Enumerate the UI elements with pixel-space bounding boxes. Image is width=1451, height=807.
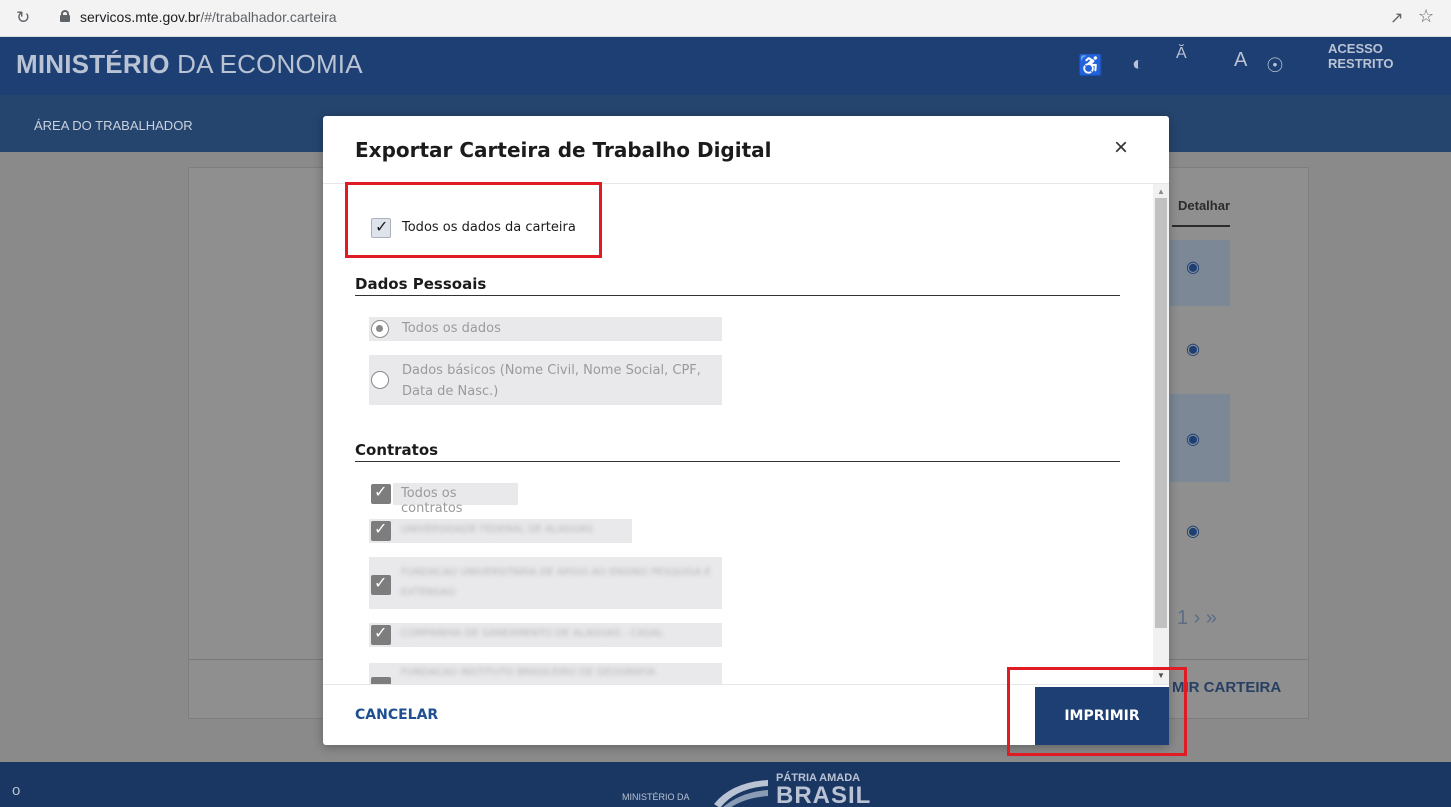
browser-toolbar: ↻ servicos.mte.gov.br/#/trabalhador.cart… [0,0,1451,37]
dialog-body: ✓ Todos os dados da carteira Dados Pesso… [323,183,1169,685]
personal-option-label: Todos os dados [402,321,501,336]
section-contracts: Contratos [355,441,439,459]
contract-option-label: UNIVERSIDADE FEDERAL DE ALAGOAS [401,524,594,535]
check-icon: ✓ [374,625,388,642]
radio-all-data[interactable] [371,320,389,338]
eye-icon[interactable]: ◉ [1186,339,1200,359]
footer-ministerio: MINISTÉRIO DA [622,792,690,802]
radio-basic-data[interactable] [371,371,389,389]
restricted-access-link[interactable]: ACESSO RESTRITO [1328,41,1451,71]
contract-option-all[interactable]: Todos os contratos [393,483,518,516]
contract-option-label: FUNDACAO INSTITUTO BRASILEIRO DE GEOGRAF… [401,667,656,678]
eye-icon[interactable]: ◉ [1186,429,1200,449]
section-divider [355,461,1120,462]
personal-option-label: Dados básicos (Nome Civil, Nome Social, … [402,363,701,399]
section-divider [355,295,1120,296]
contract-option[interactable]: ✓ UNIVERSIDADE FEDERAL DE ALAGOAS [369,519,632,543]
print-carteira-link[interactable]: MIR CARTEIRA [1172,679,1281,696]
font-increase-icon[interactable]: A [1234,49,1247,72]
personal-option-basic[interactable]: Dados básicos (Nome Civil, Nome Social, … [369,355,722,405]
accessibility-icon[interactable]: ♿ [1078,53,1103,78]
dialog-title: Exportar Carteira de Trabalho Digital [355,138,772,162]
reload-icon[interactable]: ↻ [16,8,30,28]
check-icon: ✓ [374,575,388,592]
site-title[interactable]: MINISTÉRIO DA ECONOMIA [16,49,363,80]
contracts-all-checkbox[interactable]: ✓ [371,484,391,504]
personal-option-all[interactable]: Todos os dados [369,317,722,341]
footer-brasil: BRASIL [776,782,872,807]
url-host: servicos.mte.gov.br [80,9,201,25]
column-header-underline [1172,225,1230,227]
url-path: /#/trabalhador.carteira [200,9,337,25]
contract-checkbox[interactable]: ✓ [371,575,391,595]
lock-icon[interactable] [60,10,70,22]
check-icon: ✓ [374,484,388,501]
close-icon[interactable]: × [1114,136,1128,160]
dialog-scrollbar[interactable]: ▲ ▼ [1153,184,1169,684]
site-footer: o MINISTÉRIO DA PÁTRIA AMADA BRASIL [0,762,1451,807]
eye-icon[interactable]: ◉ [1186,521,1200,541]
contract-checkbox[interactable] [371,677,391,684]
table-row [1170,240,1230,306]
site-title-rest: DA ECONOMIA [169,49,363,79]
check-icon: ✓ [374,521,388,538]
scroll-thumb[interactable] [1155,198,1167,628]
nav-item-area-trabalhador[interactable]: ÁREA DO TRABALHADOR [34,118,193,133]
highlight-box-all-data [345,182,602,258]
contract-checkbox[interactable]: ✓ [371,625,391,645]
user-account-icon[interactable]: ☉ [1266,53,1284,78]
column-header-detalhar: Detalhar [1178,198,1231,213]
contract-option[interactable]: FUNDACAO INSTITUTO BRASILEIRO DE GEOGRAF… [369,663,722,684]
contract-option-label: Todos os contratos [401,486,463,516]
scroll-up-icon[interactable]: ▲ [1157,187,1165,196]
table-row [1170,394,1230,482]
font-decrease-icon[interactable]: Ă [1176,45,1187,63]
highlight-box-print [1007,667,1187,756]
brasil-logo-icon [714,780,768,807]
contract-option[interactable]: ✓ FUNDACAO UNIVERSITARIA DE APOIO AO ENS… [369,557,722,609]
contract-checkbox[interactable]: ✓ [371,521,391,541]
footer-text: o [12,782,21,799]
eye-icon[interactable]: ◉ [1186,257,1200,277]
contrast-icon[interactable]: ◐ [1132,53,1144,76]
contract-option[interactable]: ✓ COMPANHIA DE SANEAMENTO DE ALAGOAS - C… [369,623,722,647]
pagination[interactable]: 1 › » [1177,607,1217,630]
gov-header: MINISTÉRIO DA ECONOMIA ♿ ◐ Ă A ☉ ACESSO … [0,37,1451,95]
bookmark-star-icon[interactable]: ☆ [1418,6,1434,27]
cancel-button[interactable]: CANCELAR [355,707,438,723]
section-personal-data: Dados Pessoais [355,275,487,293]
address-bar[interactable]: servicos.mte.gov.br/#/trabalhador.cartei… [80,9,337,25]
share-icon[interactable]: ↗ [1390,8,1403,28]
contract-option-label: FUNDACAO UNIVERSITARIA DE APOIO AO ENSIN… [401,567,711,598]
site-title-bold: MINISTÉRIO [16,49,170,79]
contract-option-label: COMPANHIA DE SANEAMENTO DE ALAGOAS - CAS… [401,628,664,639]
